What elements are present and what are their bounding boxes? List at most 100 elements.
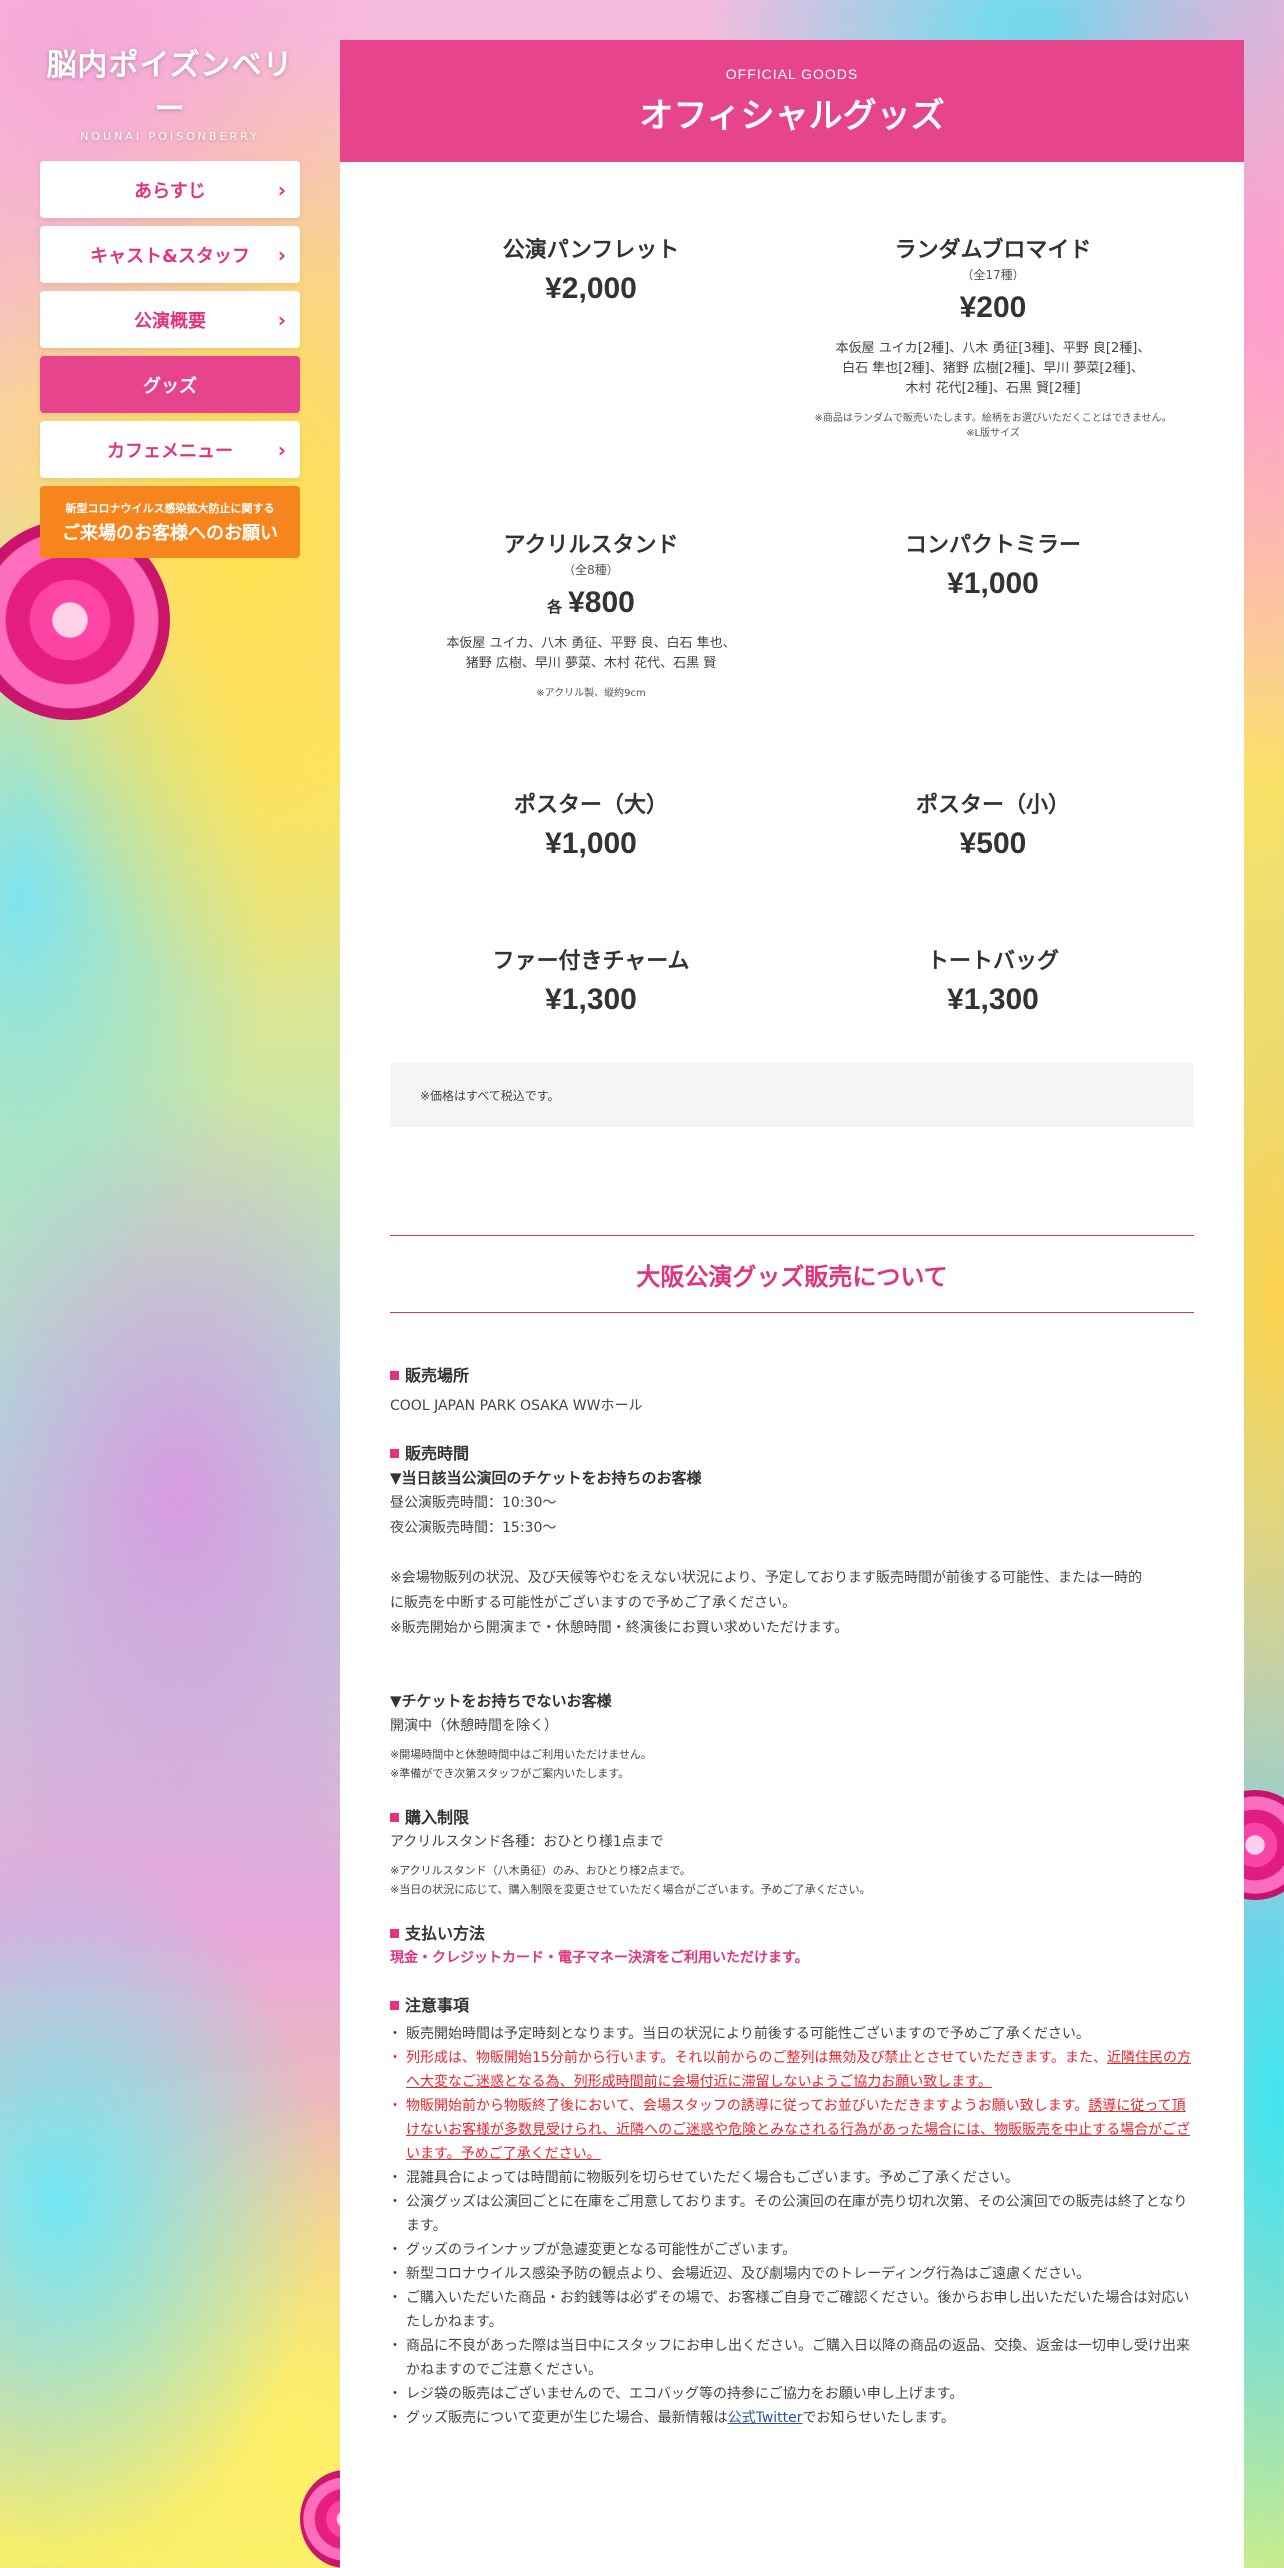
goods-price: ¥1,000 (545, 827, 637, 860)
goods-note: ※商品はランダムで販売いたします。絵柄をお選びいただくことはできません。 ※L版… (792, 411, 1194, 441)
chevron-right-icon: › (277, 177, 286, 202)
caution-text: グッズのラインナップが急遽変更となる可能性がございます。 (406, 2242, 797, 2258)
corona-banner-title: ご来場のお客様へのお願い (62, 522, 278, 544)
caution-text: ご購入いただいた商品・お釣銭等は必ずその場で、お客様ご自身でご確認ください。後か… (406, 2290, 1190, 2330)
goods-description: 本仮屋 ユイカ、八木 勇征、平野 良、白石 隼也、 猪野 広樹、早川 夢菜、木村… (390, 634, 792, 674)
goods-item-fur-charm: ファー付きチャーム ¥1,300 (390, 943, 792, 1023)
goods-name: ファー付きチャーム (492, 949, 690, 974)
caution-text: 混雑具合によっては時間前に物販列を切らせていただく場合もございます。予めご了承く… (406, 2170, 1019, 2186)
caution-text: でお知らせいたします。 (802, 2410, 955, 2426)
goods-row: ファー付きチャーム ¥1,300 トートバッグ ¥1,300 (390, 943, 1194, 1023)
page-title-en: OFFICIAL GOODS (725, 65, 859, 82)
limit-note-line: ※アクリルスタンド（八木勇征）のみ、おひとり様2点まで。 (390, 1864, 691, 1877)
official-twitter-link[interactable]: 公式Twitter (728, 2410, 803, 2426)
caution-text: 列形成は、物販開始15分前から行います。それ以前からのご整列は無効及び禁止とさせ… (406, 2050, 1108, 2066)
goods-price-value: ¥800 (568, 586, 635, 619)
page-header: OFFICIAL GOODS オフィシャルグッズ (340, 40, 1244, 162)
goods-name: ランダムブロマイド (894, 238, 1092, 263)
corona-notice-banner[interactable]: 新型コロナウイルス感染拡大防止に関する ご来場のお客様へのお願い (40, 486, 300, 558)
payment-heading: 支払い方法 (390, 1921, 1194, 1946)
goods-price: 各 ¥800 (390, 586, 792, 620)
sidebar: 脳内ポイズンベリー NOUNAI POISONBERRY あらすじ › キャスト… (40, 40, 300, 558)
main-nav: あらすじ › キャスト&スタッフ › 公演概要 › グッズ カフェメニュー › … (40, 161, 300, 558)
goods-item-pamphlet: 公演パンフレット ¥2,000 (390, 232, 792, 527)
matinee-time: 昼公演販売時間：10:30〜 (390, 1495, 557, 1511)
goods-note-line: ※商品はランダムで販売いたします。絵柄をお選びいただくことはできません。 (814, 413, 1172, 424)
goods-item-bromide: ランダムブロマイド （全17種） ¥200 本仮屋 ユイカ[2種]、八木 勇征[… (792, 232, 1194, 527)
nav-item-cafe-menu[interactable]: カフェメニュー › (40, 421, 300, 478)
goods-price: ¥200 (959, 291, 1027, 324)
no-ticket-note-line: ※開場時間中と休憩時間中はご利用いただけません。 (390, 1748, 652, 1761)
caution-item: 商品に不良があった際は当日中にスタッフにお申し出ください。ご購入日以降の商品の返… (388, 2334, 1194, 2382)
nav-item-label: グッズ (143, 375, 197, 397)
goods-variants: （全8種） (563, 563, 619, 577)
no-ticket-heading: ▼チケットをお持ちでないお客様 (390, 1692, 612, 1710)
nav-item-cast-staff[interactable]: キャスト&スタッフ › (40, 226, 300, 283)
goods-note-line: ※L版サイズ (966, 428, 1020, 439)
time-heading: 販売時間 (390, 1441, 1194, 1466)
osaka-section-header: 大阪公演グッズ販売について (390, 1235, 1194, 1313)
payment-value: 現金・クレジットカード・電子マネー決済をご利用いただけます。 (390, 1950, 809, 1966)
caution-item: レジ袋の販売はございませんので、エコバッグ等の持参にご協力をお願い申し上げます。 (388, 2382, 1194, 2406)
chevron-right-icon: › (277, 242, 286, 267)
caution-item: グッズ販売について変更が生じた場合、最新情報は公式Twitterでお知らせいたし… (388, 2406, 1194, 2430)
site-logo[interactable]: 脳内ポイズンベリー NOUNAI POISONBERRY (40, 40, 300, 143)
caution-item: 物販開始前から物販終了後において、会場スタッフの誘導に従ってお並びいただきますよ… (388, 2094, 1194, 2166)
osaka-sales-info: 販売場所 COOL JAPAN PARK OSAKA WWホール 販売時間 ▼当… (340, 1313, 1244, 2430)
limit-note-line: ※当日の状況に応じて、購入制限を変更させていただく場合がございます。予めご了承く… (390, 1883, 871, 1896)
time-notes: ※会場物販列の状況、及び天候等やむをえない状況により、予定しております販売時間が… (390, 1566, 1194, 1641)
goods-row: アクリルスタンド （全8種） 各 ¥800 本仮屋 ユイカ、八木 勇征、平野 良、… (390, 527, 1194, 787)
nav-item-overview[interactable]: 公演概要 › (40, 291, 300, 348)
nav-item-goods[interactable]: グッズ (40, 356, 300, 413)
goods-price-each: 各 (547, 598, 563, 616)
tax-note: ※価格はすべて税込です。 (390, 1063, 1194, 1127)
goods-item-poster-small: ポスター（小） ¥500 (792, 787, 1194, 943)
nav-item-label: カフェメニュー (107, 440, 233, 462)
caution-text: 公演グッズは公演回ごとに在庫をご用意しております。その公演回の在庫が売り切れ次第… (406, 2194, 1188, 2234)
goods-variants: （全17種） (961, 268, 1025, 282)
nav-item-label: あらすじ (134, 180, 206, 202)
caution-item: 販売開始時間は予定時刻となります。当日の状況により前後する可能性ございますので予… (388, 2022, 1194, 2046)
section-title: 大阪公演グッズ販売について (636, 1262, 948, 1291)
goods-description-line: 本仮屋 ユイカ[2種]、八木 勇征[3種]、平野 良[2種]、 (835, 341, 1151, 356)
goods-list: 公演パンフレット ¥2,000 ランダムブロマイド （全17種） ¥200 本仮… (340, 162, 1244, 1023)
nav-item-label: 公演概要 (134, 310, 206, 332)
ticket-holder-heading: ▼当日該当公演回のチケットをお持ちのお客様 (390, 1469, 702, 1487)
time-note-line: に販売を中断する可能性がございますので予めご了承ください。 (390, 1595, 796, 1611)
goods-name: コンパクトミラー (904, 533, 1081, 558)
nav-item-label: キャスト&スタッフ (90, 245, 250, 267)
goods-row: 公演パンフレット ¥2,000 ランダムブロマイド （全17種） ¥200 本仮… (390, 232, 1194, 527)
corona-banner-subtitle: 新型コロナウイルス感染拡大防止に関する (65, 501, 275, 515)
goods-item-tote-bag: トートバッグ ¥1,300 (792, 943, 1194, 1023)
time-note-line: ※会場物販列の状況、及び天候等やむをえない状況により、予定しております販売時間が… (390, 1570, 1143, 1586)
limit-heading: 購入制限 (390, 1805, 1194, 1830)
place-heading: 販売場所 (390, 1363, 1194, 1388)
logo-subtitle: NOUNAI POISONBERRY (80, 130, 260, 143)
nav-item-synopsis[interactable]: あらすじ › (40, 161, 300, 218)
caution-text: 販売開始時間は予定時刻となります。当日の状況により前後する可能性ございますので予… (406, 2026, 1090, 2042)
no-ticket-notes: ※開場時間中と休憩時間中はご利用いただけません。 ※準備ができ次第スタッフがご案… (390, 1745, 1194, 1783)
caution-heading: 注意事項 (390, 1993, 1194, 2018)
page-title: オフィシャルグッズ (639, 95, 945, 136)
limit-value: アクリルスタンド各種：おひとり様1点まで (390, 1834, 664, 1850)
goods-item-acrylic-stand: アクリルスタンド （全8種） 各 ¥800 本仮屋 ユイカ、八木 勇征、平野 良、… (390, 527, 792, 787)
goods-row: ポスター（大） ¥1,000 ポスター（小） ¥500 (390, 787, 1194, 943)
goods-description-line: 猪野 広樹、早川 夢菜、木村 花代、石黒 賢 (465, 656, 717, 671)
place-value: COOL JAPAN PARK OSAKA WWホール (390, 1398, 643, 1414)
goods-note: ※アクリル製、縦約9cm (536, 688, 646, 699)
goods-description: 本仮屋 ユイカ[2種]、八木 勇征[3種]、平野 良[2種]、 白石 隼也[2種… (792, 339, 1194, 399)
goods-name: ポスター（小） (915, 793, 1070, 818)
goods-price: ¥500 (959, 827, 1027, 860)
caution-text: 物販開始前から物販終了後において、会場スタッフの誘導に従ってお並びいただきますよ… (406, 2098, 1089, 2114)
caution-list: 販売開始時間は予定時刻となります。当日の状況により前後する可能性ございますので予… (388, 2022, 1194, 2430)
caution-text: レジ袋の販売はございませんので、エコバッグ等の持参にご協力をお願い申し上げます。 (406, 2386, 964, 2402)
caution-text-underlined: 近隣住民の方 (1107, 2050, 1192, 2066)
caution-text: グッズ販売について変更が生じた場合、最新情報は (406, 2410, 728, 2426)
goods-name: 公演パンフレット (502, 238, 680, 263)
goods-item-poster-large: ポスター（大） ¥1,000 (390, 787, 792, 943)
no-ticket-note-line: ※準備ができ次第スタッフがご案内いたします。 (390, 1767, 630, 1780)
goods-description-line: 本仮屋 ユイカ、八木 勇征、平野 良、白石 隼也、 (446, 636, 736, 651)
goods-item-compact-mirror: コンパクトミラー ¥1,000 (792, 527, 1194, 787)
goods-name: アクリルスタンド (503, 533, 679, 558)
goods-price: ¥1,300 (947, 983, 1039, 1016)
